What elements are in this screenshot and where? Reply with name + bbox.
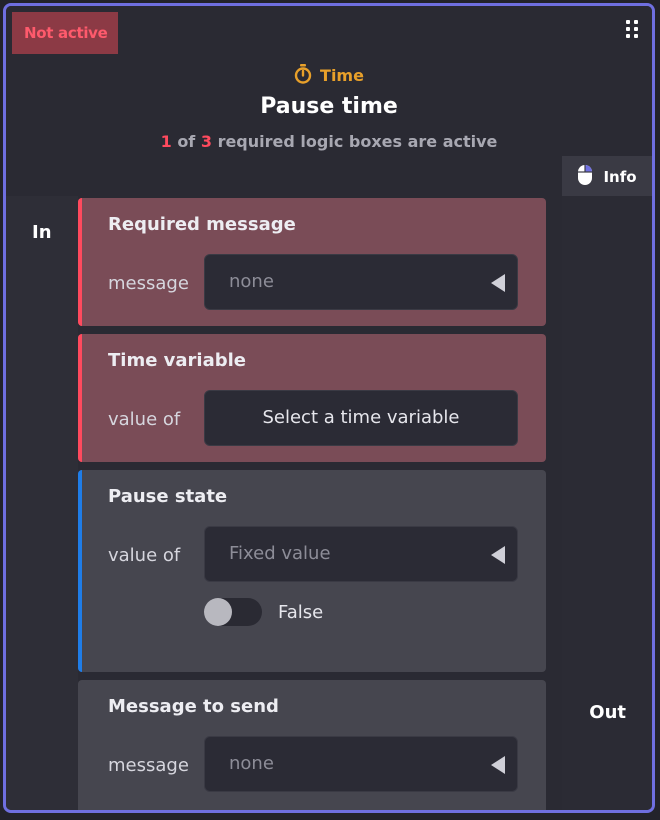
pause-state-toggle[interactable]: [204, 598, 262, 626]
block-title-message-to-send: Message to send: [108, 696, 279, 717]
toggle-value-label: False: [278, 602, 324, 623]
out-port-label: Out: [589, 702, 626, 723]
category-label: Time: [6, 64, 652, 88]
info-tab[interactable]: Info: [562, 156, 652, 198]
value-source-select[interactable]: Fixed value: [204, 526, 518, 582]
of-text: of: [177, 132, 196, 151]
block-title-required-message: Required message: [108, 214, 296, 235]
block-accent-bar: [78, 334, 82, 462]
summary-text: required logic boxes are active: [217, 132, 498, 151]
message-select[interactable]: none: [204, 254, 518, 310]
stopwatch-icon: [294, 64, 312, 88]
message-to-send-select[interactable]: none: [204, 736, 518, 792]
select-time-variable-label: Select a time variable: [262, 407, 460, 428]
message-to-send-block: Message to send message none: [78, 680, 546, 810]
block-title-time-variable: Time variable: [108, 350, 247, 371]
block-title-pause-state: Pause state: [108, 486, 228, 507]
time-variable-block: Time variable value of Select a time var…: [78, 334, 546, 462]
caret-left-icon: [491, 274, 505, 292]
caret-left-icon: [491, 546, 505, 564]
block-title: Pause time: [260, 94, 398, 119]
required-count: 3: [200, 132, 212, 151]
select-time-variable-button[interactable]: Select a time variable: [204, 390, 518, 446]
pause-state-block: Pause state value of Fixed value False: [78, 470, 546, 672]
field-label-value-of: value of: [108, 545, 181, 566]
caret-left-icon: [491, 756, 505, 774]
output-port-column: Out: [562, 196, 652, 810]
field-label-message: message: [108, 755, 189, 776]
toggle-knob: [204, 598, 232, 626]
value-source-select-value: Fixed value: [229, 543, 331, 564]
field-label-message: message: [108, 273, 189, 294]
message-to-send-select-value: none: [229, 753, 274, 774]
category-text: Time: [320, 66, 364, 85]
required-message-block: Required message message none: [78, 198, 546, 326]
active-count: 1: [160, 132, 172, 151]
status-badge: Not active: [12, 12, 118, 54]
mouse-icon: [577, 164, 593, 190]
info-tab-label: Info: [603, 168, 637, 186]
field-label-value-of: value of: [108, 409, 181, 430]
in-port-label: In: [32, 222, 52, 243]
logic-box-card: Time Pause time 1 of 3 required logic bo…: [3, 3, 655, 813]
active-summary: 1 of 3 required logic boxes are active: [6, 132, 652, 151]
drag-handle-icon[interactable]: [626, 20, 638, 38]
block-accent-bar: [78, 470, 82, 672]
input-port-column: In: [6, 196, 78, 810]
message-select-value: none: [229, 271, 274, 292]
block-accent-bar: [78, 198, 82, 326]
